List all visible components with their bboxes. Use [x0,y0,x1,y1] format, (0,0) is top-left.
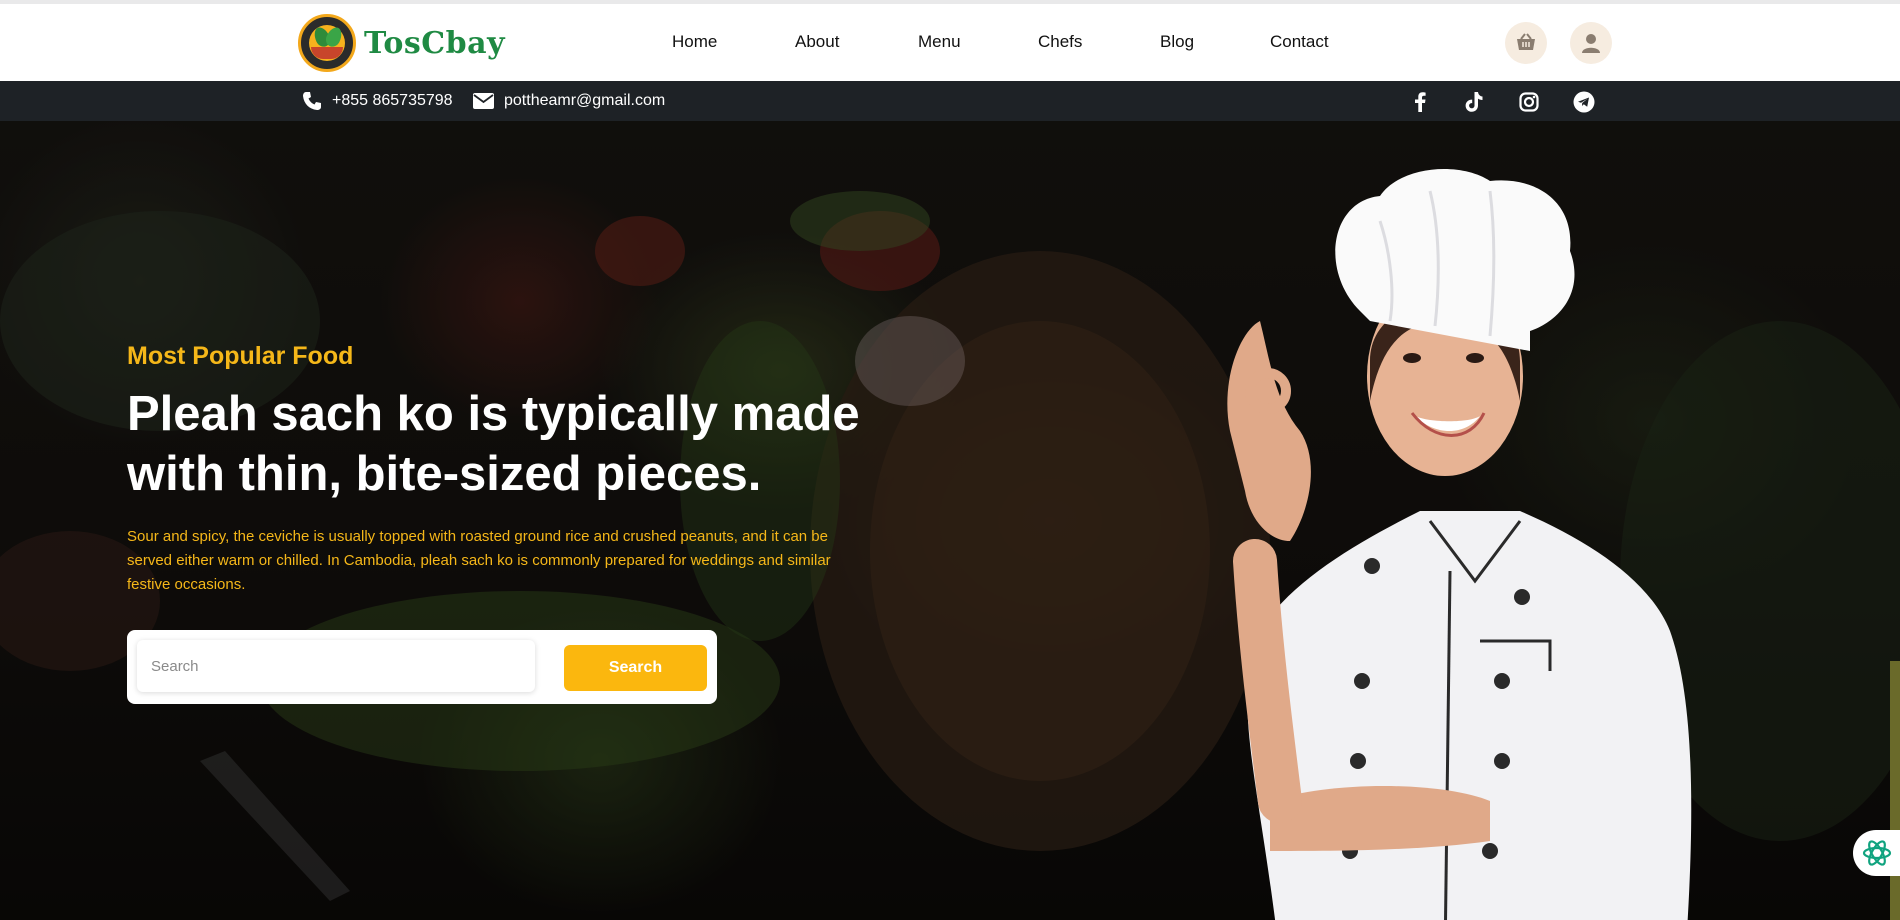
nav-about[interactable]: About [795,32,839,52]
tiktok-link[interactable] [1462,90,1486,114]
search-button[interactable]: Search [564,645,707,691]
phone-icon [303,92,321,110]
email-info[interactable]: pottheamr@gmail.com [473,81,665,121]
telegram-link[interactable] [1572,90,1596,114]
phone-number: +855 865735798 [332,92,453,109]
logo[interactable]: TosCbay [298,13,505,73]
nav-chefs[interactable]: Chefs [1038,32,1082,52]
logo-emblem-icon [298,14,356,72]
envelope-icon [473,93,494,109]
hero-subtitle: Most Popular Food [127,342,354,370]
search-input[interactable] [137,640,535,692]
slide-edge [1890,661,1900,920]
nav-home[interactable]: Home [672,32,717,52]
brand-name: TosCbay [364,25,506,61]
email-address: pottheamr@gmail.com [504,92,666,109]
assistant-widget-button[interactable] [1853,830,1900,876]
user-button[interactable] [1570,22,1612,64]
instagram-icon [1519,92,1539,112]
user-icon [1582,34,1600,53]
facebook-icon [1415,92,1426,112]
cart-icon [1517,33,1535,50]
hero-section: Most Popular Food Pleah sach ko is typic… [0,121,1900,920]
search-form: Search [127,630,717,704]
chef-image [1227,169,1692,920]
ai-assistant-icon [1862,840,1891,866]
site-header: TosCbay Home About Menu Chefs Blog Conta… [0,4,1900,81]
hero-title: Pleah sach ko is typically made with thi… [127,387,860,501]
hero-description: Sour and spicy, the ceviche is usually t… [127,528,831,593]
cart-button[interactable] [1505,22,1547,64]
tiktok-icon [1465,92,1483,112]
telegram-icon [1573,91,1595,113]
facebook-link[interactable] [1408,90,1432,114]
nav-contact[interactable]: Contact [1270,32,1329,52]
nav-blog[interactable]: Blog [1160,32,1194,52]
nav-menu[interactable]: Menu [918,32,961,52]
phone-info[interactable]: +855 865735798 [302,81,453,121]
instagram-link[interactable] [1517,90,1541,114]
contact-bar: +855 865735798 pottheamr@gmail.com [0,81,1900,121]
